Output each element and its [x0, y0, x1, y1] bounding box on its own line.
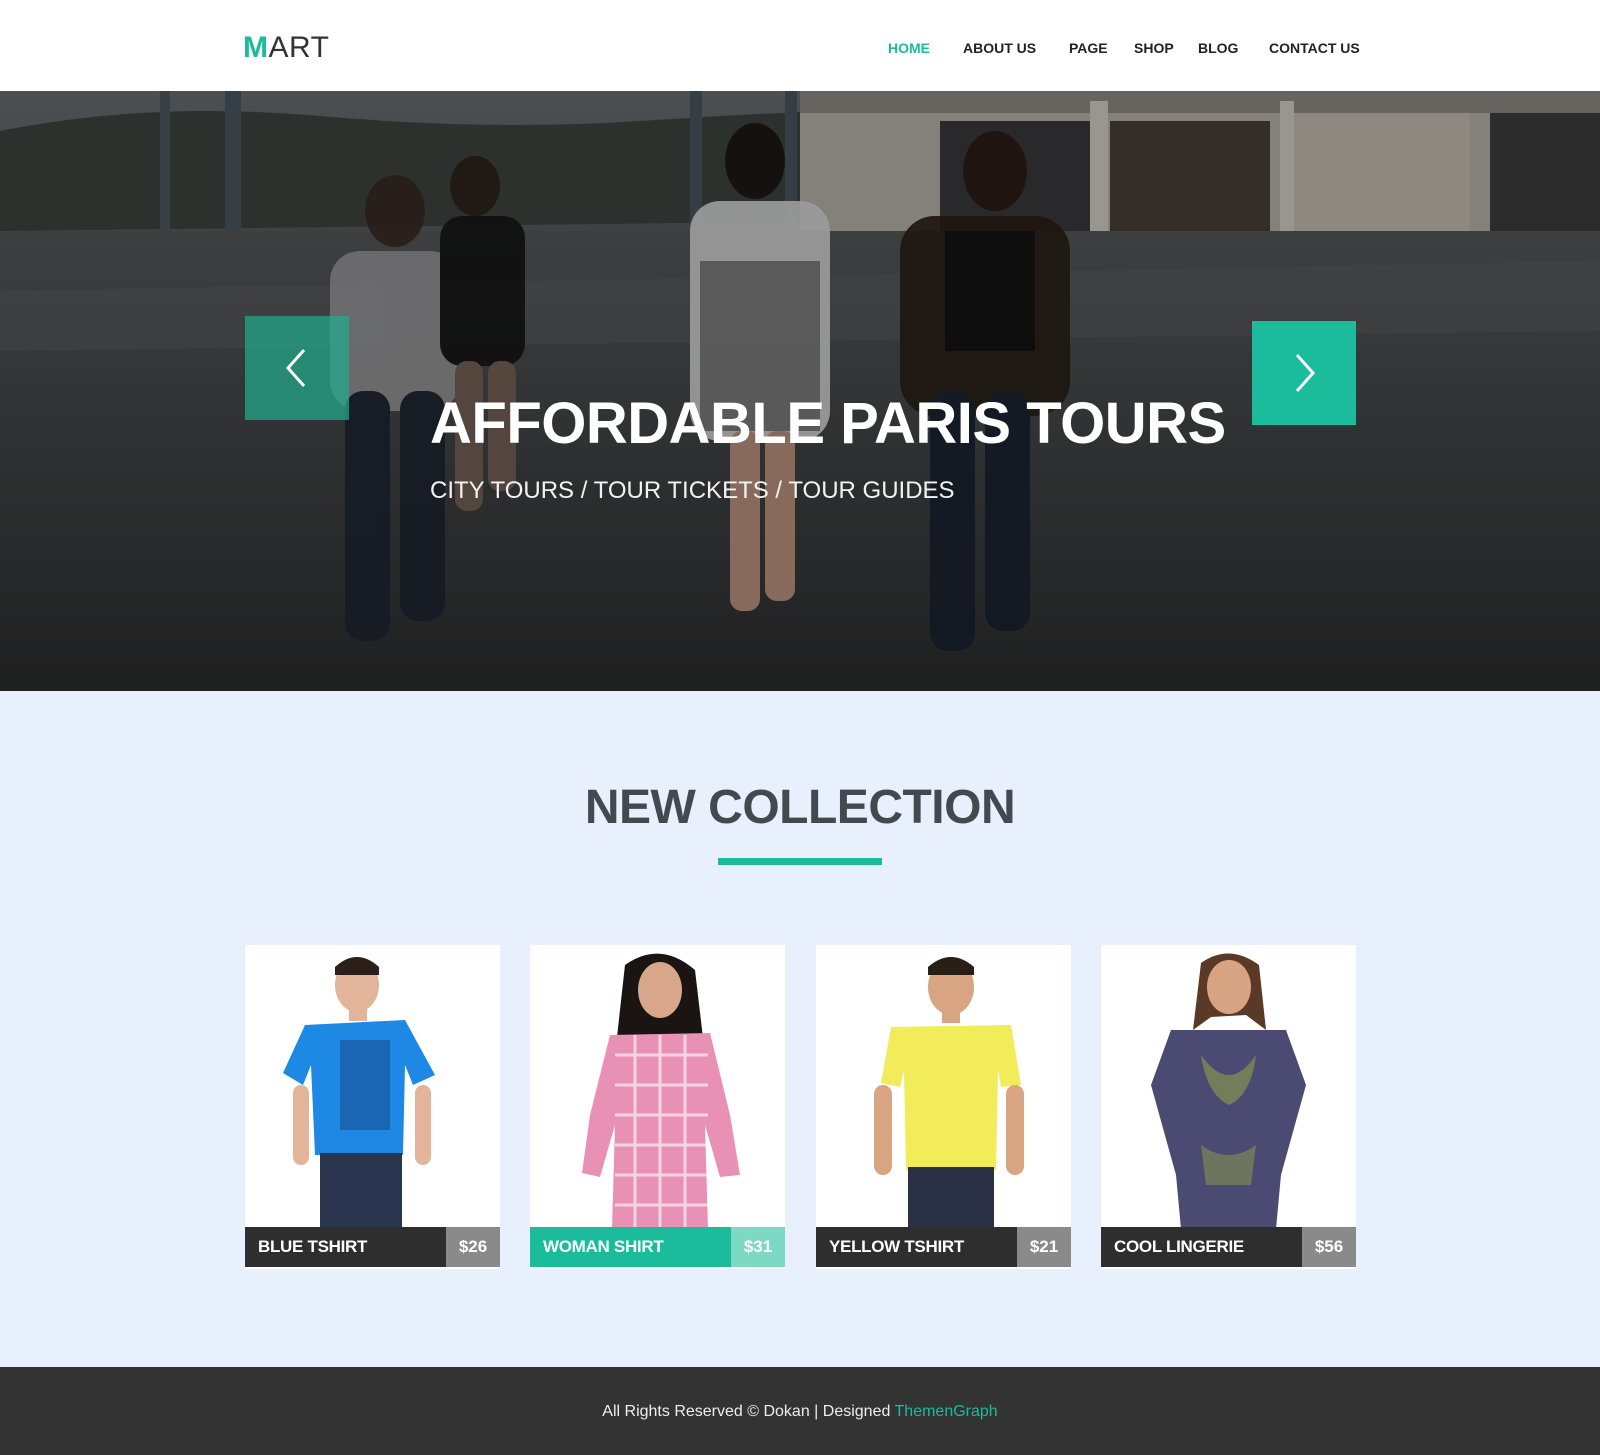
product-name[interactable]: COOL LINGERIE — [1101, 1227, 1302, 1267]
product-price: $26 — [446, 1227, 500, 1267]
logo-letter: M — [243, 31, 269, 64]
product-card-woman-shirt[interactable]: WOMAN SHIRT $31 — [530, 945, 785, 1269]
product-label-bar: BLUE TSHIRT $26 — [245, 1227, 500, 1267]
product-card-yellow-tshirt[interactable]: YELLOW TSHIRT $21 — [816, 945, 1071, 1269]
hero-title: AFFORDABLE PARIS TOURS — [430, 391, 1226, 456]
slider-prev-button[interactable] — [245, 316, 349, 420]
chevron-left-icon — [285, 349, 306, 387]
slider-next-button[interactable] — [1252, 321, 1356, 425]
footer-copyright: All Rights Reserved © Dokan | Designed T… — [0, 1401, 1600, 1423]
product-name[interactable]: YELLOW TSHIRT — [816, 1227, 1017, 1267]
nav-about-us[interactable]: ABOUT US — [963, 38, 1036, 58]
site-header: MART HOME ABOUT US PAGE SHOP BLOG CONTAC… — [0, 0, 1600, 91]
footer-designer-link[interactable]: ThemenGraph — [895, 1403, 998, 1420]
logo[interactable]: MART — [243, 30, 329, 66]
product-label-bar: COOL LINGERIE $56 — [1101, 1227, 1356, 1267]
product-name[interactable]: BLUE TSHIRT — [245, 1227, 446, 1267]
nav-shop[interactable]: SHOP — [1134, 38, 1174, 58]
section-title-underline — [718, 858, 882, 865]
product-image[interactable] — [816, 945, 1071, 1229]
logo-text: ART — [268, 31, 330, 64]
product-price: $31 — [731, 1227, 785, 1267]
nav-contact-us[interactable]: CONTACT US — [1269, 38, 1360, 58]
hero-slider: AFFORDABLE PARIS TOURS CITY TOURS / TOUR… — [0, 91, 1600, 691]
section-title: NEW COLLECTION — [584, 781, 1016, 834]
product-image[interactable] — [1101, 945, 1356, 1229]
product-card-cool-lingerie[interactable]: COOL LINGERIE $56 — [1101, 945, 1356, 1269]
product-label-bar: WOMAN SHIRT $31 — [530, 1227, 785, 1267]
site-footer: All Rights Reserved © Dokan | Designed T… — [0, 1367, 1600, 1455]
product-price: $56 — [1302, 1227, 1356, 1267]
nav-blog[interactable]: BLOG — [1198, 38, 1238, 58]
product-name[interactable]: WOMAN SHIRT — [530, 1227, 731, 1267]
chevron-right-icon — [1295, 354, 1316, 392]
footer-copyright-text: All Rights Reserved © Dokan | Designed — [602, 1403, 891, 1420]
product-image[interactable] — [530, 945, 785, 1229]
nav-home[interactable]: HOME — [888, 38, 930, 58]
hero-subtitle: CITY TOURS / TOUR TICKETS / TOUR GUIDES — [430, 477, 955, 504]
product-image[interactable] — [245, 945, 500, 1229]
product-price: $21 — [1017, 1227, 1071, 1267]
product-label-bar: YELLOW TSHIRT $21 — [816, 1227, 1071, 1267]
product-card-blue-tshirt[interactable]: BLUE TSHIRT $26 — [245, 945, 500, 1269]
nav-page[interactable]: PAGE — [1069, 38, 1108, 58]
